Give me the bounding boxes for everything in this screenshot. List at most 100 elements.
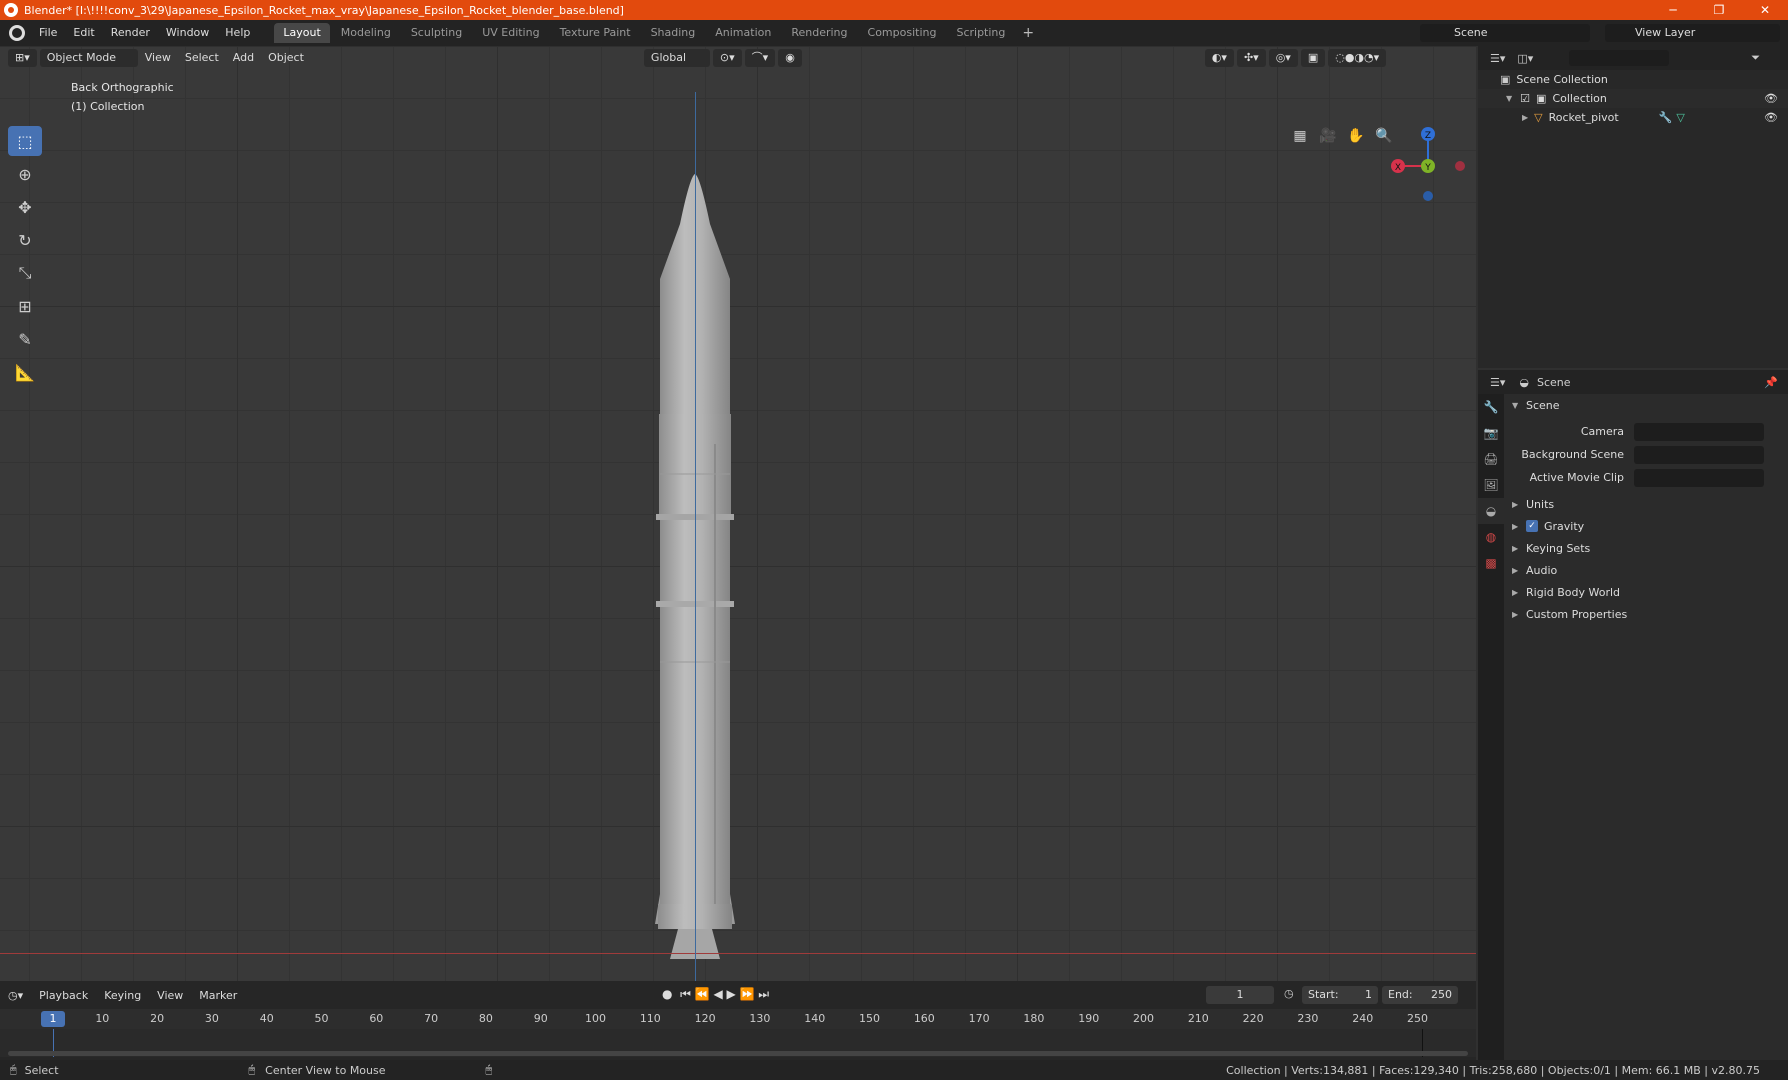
current-frame-field[interactable]: 1 <box>1206 986 1274 1004</box>
tab-animation[interactable]: Animation <box>706 23 780 43</box>
pan-view-icon[interactable]: ✋ <box>1346 128 1366 148</box>
annotate-icon[interactable]: ✎ <box>8 324 42 354</box>
stopwatch-icon[interactable]: ◷ <box>1284 987 1294 1000</box>
texture-tab-icon[interactable]: ▩ <box>1478 550 1504 576</box>
menu-add[interactable]: Add <box>226 49 261 67</box>
transform-icon[interactable]: ⊞ <box>8 291 42 321</box>
tab-modeling[interactable]: Modeling <box>332 23 400 43</box>
view-layer-selector[interactable]: View Layer <box>1605 24 1780 42</box>
pin-icon[interactable]: 📌 <box>1764 376 1778 389</box>
menu-edit[interactable]: Edit <box>65 20 102 46</box>
tab-sculpting[interactable]: Sculpting <box>402 23 471 43</box>
cursor-icon[interactable]: ⊕ <box>8 159 42 189</box>
menu-select[interactable]: Select <box>178 49 226 67</box>
menu-playback[interactable]: Playback <box>31 989 96 1002</box>
tool-tab-icon[interactable]: 🔧 <box>1478 394 1504 420</box>
gravity-panel[interactable]: ▶ ✓ Gravity <box>1504 515 1788 537</box>
editor-type-button[interactable]: ⊞▾ <box>8 49 37 67</box>
rotate-icon[interactable]: ↻ <box>8 225 42 255</box>
keying-sets-panel[interactable]: ▶ Keying Sets <box>1504 537 1788 559</box>
tab-compositing[interactable]: Compositing <box>859 23 946 43</box>
tab-layout[interactable]: Layout <box>274 23 330 43</box>
units-panel[interactable]: ▶ Units <box>1504 493 1788 515</box>
menu-window[interactable]: Window <box>158 20 217 46</box>
axis-neg-x-icon[interactable] <box>1455 161 1465 171</box>
maximize-button[interactable]: ❐ <box>1696 0 1742 20</box>
properties-editor-type-icon[interactable]: ☰▾ <box>1490 376 1505 389</box>
gravity-checkbox[interactable]: ✓ <box>1526 520 1538 532</box>
scale-icon[interactable]: ⤡ <box>8 258 42 288</box>
move-icon[interactable]: ✥ <box>8 192 42 222</box>
visibility-eye-icon[interactable]: 👁 <box>1764 92 1778 105</box>
start-frame-field[interactable]: Start: 1 <box>1302 986 1378 1004</box>
timeline-ruler[interactable]: 1 10 20 30 40 50 60 70 80 90 100 110 120 130 140 150 160… <box>0 1009 1476 1029</box>
object-visibility-eye-icon[interactable]: 👁 <box>1764 111 1778 124</box>
scene-panel-header[interactable]: ▼ Scene <box>1504 394 1788 416</box>
menu-keying[interactable]: Keying <box>96 989 149 1002</box>
select-box-icon[interactable]: ⬚ <box>8 126 42 156</box>
add-workspace-button[interactable]: + <box>1014 25 1042 41</box>
menu-file[interactable]: File <box>31 20 65 46</box>
menu-render[interactable]: Render <box>103 20 158 46</box>
object-row[interactable]: ▶ ▽ Rocket_pivot 🔧 ▽ 👁 <box>1478 108 1788 127</box>
visibility-icon[interactable]: ◐▾ <box>1204 49 1234 67</box>
render-tab-icon[interactable]: 📷 <box>1478 420 1504 446</box>
camera-field[interactable] <box>1634 422 1764 441</box>
output-tab-icon[interactable]: 🖨 <box>1478 446 1504 472</box>
menu-help[interactable]: Help <box>217 20 258 46</box>
object-mode-dropdown[interactable]: Object Mode <box>39 49 138 67</box>
pivot-point-icon[interactable]: ⊙▾ <box>712 49 742 67</box>
xray-toggle-icon[interactable]: ▣ <box>1300 49 1326 67</box>
close-button[interactable]: ✕ <box>1742 0 1788 20</box>
tab-uv-editing[interactable]: UV Editing <box>473 23 548 43</box>
rigid-body-world-panel[interactable]: ▶ Rigid Body World <box>1504 581 1788 603</box>
gizmo-toggle-icon[interactable]: ✣▾ <box>1236 49 1266 67</box>
mesh-data-icon[interactable]: ▽ <box>1676 111 1684 124</box>
timeline-track[interactable] <box>0 1029 1476 1057</box>
measure-icon[interactable]: 📐 <box>8 357 42 387</box>
outliner-search-input[interactable] <box>1569 50 1670 66</box>
axis-neg-z-icon[interactable] <box>1423 191 1433 201</box>
tab-rendering[interactable]: Rendering <box>782 23 856 43</box>
overlay-toggle-icon[interactable]: ◎▾ <box>1268 49 1298 67</box>
proportional-editing-icon[interactable]: ◉ <box>778 49 802 67</box>
display-mode-icon[interactable]: ◫▾ <box>1517 52 1533 65</box>
scene-selector[interactable]: Scene <box>1420 24 1590 42</box>
outliner-editor-type-icon[interactable]: ☰▾ <box>1490 52 1505 65</box>
active-movie-clip-field[interactable] <box>1634 468 1764 487</box>
collection-checkbox-icon[interactable]: ☑ <box>1520 92 1530 105</box>
snap-icon[interactable]: ⌒▾ <box>744 49 776 67</box>
audio-panel[interactable]: ▶ Audio <box>1504 559 1788 581</box>
custom-properties-panel[interactable]: ▶ Custom Properties <box>1504 603 1788 625</box>
minimize-button[interactable]: ─ <box>1650 0 1696 20</box>
collection-row[interactable]: ▼ ☑ ▣ Collection 👁 <box>1478 89 1788 108</box>
menu-view[interactable]: View <box>138 49 178 67</box>
tab-texture-paint[interactable]: Texture Paint <box>551 23 640 43</box>
background-scene-field[interactable] <box>1634 445 1764 464</box>
world-tab-icon[interactable]: ◍ <box>1478 524 1504 550</box>
end-frame-field[interactable]: End: 250 <box>1382 986 1458 1004</box>
timeline-scrollbar[interactable] <box>8 1051 1468 1056</box>
tab-shading[interactable]: Shading <box>642 23 705 43</box>
timeline-editor-type-icon[interactable]: ◷▾ <box>0 989 31 1002</box>
blender-menu-icon[interactable] <box>9 25 25 41</box>
view-layer-tab-icon[interactable]: 🖼 <box>1478 472 1504 498</box>
expand-arrow-icon[interactable]: ▶ <box>1522 113 1528 122</box>
collapse-arrow-icon[interactable]: ▼ <box>1506 94 1512 103</box>
transform-orientation-dropdown[interactable]: Global <box>643 49 710 67</box>
toggle-perspective-icon[interactable]: ▦ <box>1290 128 1310 148</box>
navigation-gizmo[interactable]: Z Y X <box>1388 126 1468 206</box>
tab-scripting[interactable]: Scripting <box>947 23 1014 43</box>
camera-view-icon[interactable]: 🎥 <box>1318 128 1338 148</box>
menu-timeline-view[interactable]: View <box>149 989 191 1002</box>
menu-object[interactable]: Object <box>261 49 311 67</box>
menu-marker[interactable]: Marker <box>191 989 245 1002</box>
scene-tab-icon[interactable]: ◒ <box>1478 498 1504 524</box>
modifier-wrench-icon[interactable]: 🔧 <box>1659 111 1673 124</box>
current-frame-indicator[interactable]: 1 <box>41 1011 65 1027</box>
scene-collection-row[interactable]: ▣ Scene Collection <box>1478 70 1788 89</box>
3d-viewport[interactable]: ⊞▾ Object Mode View Select Add Object Gl… <box>0 46 1476 981</box>
playback-controls[interactable]: ● ⏮ ⏪ ◀ ▶ ⏩ ⏭ <box>662 987 769 1002</box>
filter-icon[interactable]: ⏷ <box>1751 51 1760 65</box>
shading-modes-icon[interactable]: ◌●◑◔▾ <box>1328 49 1387 67</box>
